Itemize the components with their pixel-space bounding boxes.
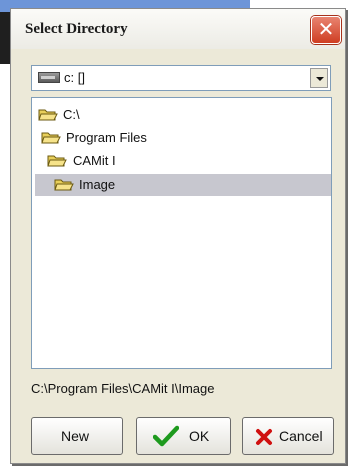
directory-tree[interactable]: C:\ Program Files CAMit I Image [31, 97, 332, 369]
ok-button[interactable]: OK [136, 417, 231, 455]
new-button[interactable]: New [31, 417, 123, 455]
open-folder-icon [41, 132, 61, 144]
close-icon: ✕ [317, 19, 335, 41]
drive-select[interactable]: c: [] [31, 65, 331, 91]
dropdown-arrow-button[interactable] [310, 68, 328, 88]
dialog-title: Select Directory [25, 21, 128, 37]
tree-item-program-files[interactable]: Program Files [32, 127, 331, 149]
x-icon [256, 429, 272, 445]
open-folder-icon [38, 109, 58, 121]
new-button-label: New [61, 428, 90, 444]
select-directory-dialog: Select Directory ✕ c: [] C:\ Program Fil… [10, 8, 346, 464]
tree-item-label: C:\ [63, 107, 80, 122]
cancel-button-label: Cancel [279, 428, 323, 444]
open-folder-icon [47, 155, 67, 167]
tree-item-image-selected[interactable]: Image [35, 174, 331, 196]
tree-item-c-drive[interactable]: C:\ [32, 104, 331, 126]
tree-item-label: CAMit I [73, 153, 116, 168]
ok-button-label: OK [189, 428, 210, 444]
title-bar[interactable]: Select Directory ✕ [11, 9, 345, 49]
open-folder-icon [54, 179, 74, 191]
close-button[interactable]: ✕ [311, 16, 341, 44]
tree-item-camit[interactable]: CAMit I [32, 150, 331, 172]
tree-item-label: Image [79, 177, 116, 192]
tree-item-label: Program Files [66, 130, 147, 145]
cancel-button[interactable]: Cancel [242, 417, 334, 455]
current-path-label: C:\Program Files\CAMit I\Image [31, 381, 215, 396]
checkmark-icon [153, 425, 179, 447]
drive-select-value: c: [] [64, 70, 85, 85]
drive-icon [38, 72, 60, 83]
